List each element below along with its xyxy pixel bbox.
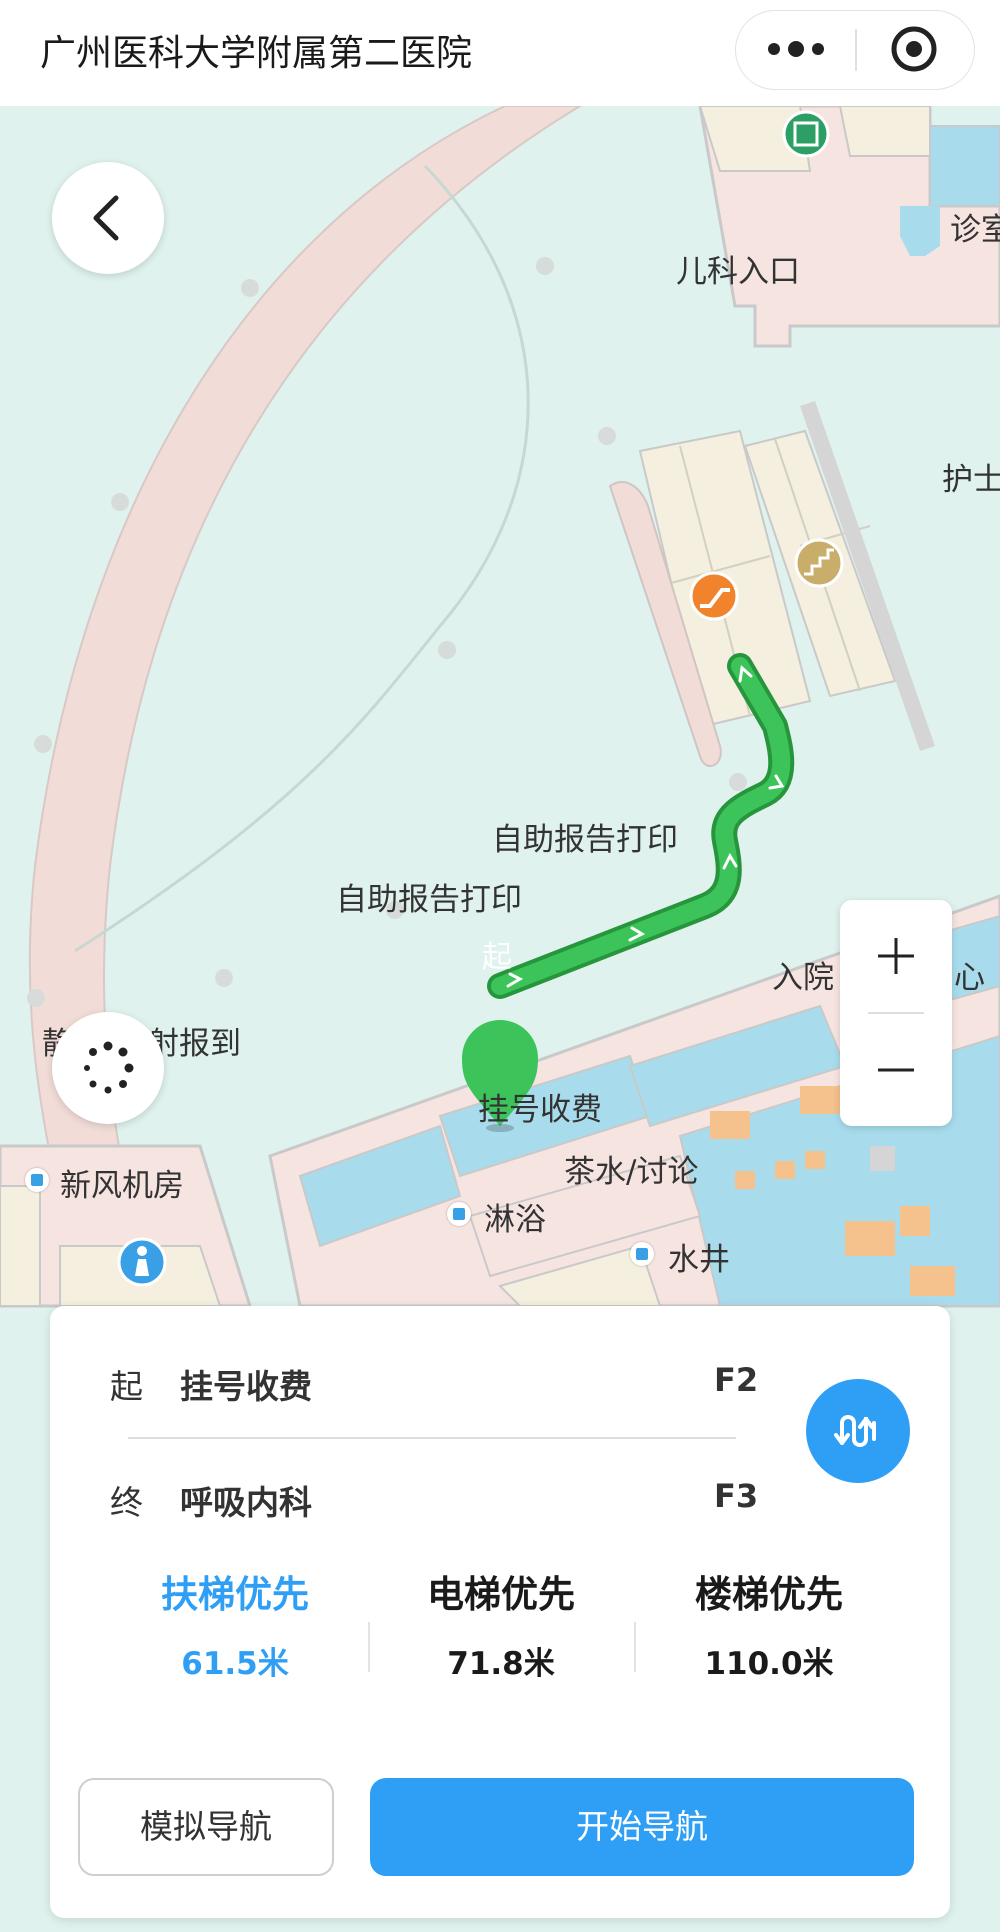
room-icon	[447, 1202, 471, 1226]
room-icon	[25, 1168, 49, 1192]
option-elevator[interactable]: 电梯优先 71.8米	[368, 1564, 634, 1704]
option-escalator-distance: 61.5米	[181, 1646, 289, 1682]
start-marker-label: 起	[482, 940, 512, 975]
title-bar: 广州医科大学附属第二医院	[0, 0, 1000, 106]
elevator-icon	[782, 110, 830, 158]
label-self-print-2: 自助报告打印	[336, 882, 522, 918]
label-self-print-1: 自助报告打印	[492, 822, 678, 858]
label-pediatrics-entrance: 儿科入口	[676, 254, 800, 290]
label-admission: 入院	[772, 960, 834, 996]
option-stairs[interactable]: 楼梯优先 110.0米	[636, 1564, 902, 1704]
chevron-left-icon	[93, 195, 119, 241]
loading-spinner-icon	[84, 1041, 134, 1094]
restroom-icon	[117, 1237, 167, 1287]
label-tea-room: 茶水/讨论	[564, 1154, 699, 1190]
start-floor: F2	[714, 1361, 759, 1399]
route-panel: 起 挂号收费 F2 终 呼吸内科 F3 扶梯优先 61.5米 电梯优先 71.8…	[50, 1306, 950, 1918]
label-admission-tail: 心	[954, 960, 985, 996]
page-title: 广州医科大学附属第二医院	[40, 33, 473, 74]
stairs-icon	[794, 538, 844, 588]
minus-icon	[878, 1068, 914, 1072]
option-escalator[interactable]: 扶梯优先 61.5米	[102, 1564, 368, 1704]
back-button[interactable]	[52, 162, 164, 274]
endpoint-divider	[128, 1437, 736, 1439]
label-nurse: 护士	[942, 462, 1000, 498]
end-tag: 终	[110, 1483, 143, 1522]
end-location[interactable]: 呼吸内科	[180, 1476, 312, 1524]
swap-endpoints-button[interactable]	[806, 1379, 910, 1483]
label-registration: 挂号收费	[478, 1092, 602, 1128]
start-navigation-button[interactable]: 开始导航	[370, 1778, 914, 1876]
plus-icon	[878, 938, 914, 974]
miniprogram-capsule	[735, 10, 975, 90]
locate-button[interactable]	[52, 1012, 164, 1124]
option-elevator-distance: 71.8米	[447, 1646, 555, 1682]
zoom-in-button[interactable]	[840, 900, 952, 1012]
start-tag: 起	[110, 1367, 143, 1406]
close-button[interactable]	[856, 11, 974, 88]
more-dots-icon	[768, 41, 824, 57]
start-location[interactable]: 挂号收费	[180, 1360, 312, 1408]
option-elevator-label: 电梯优先	[427, 1573, 575, 1616]
option-stairs-distance: 110.0米	[704, 1646, 834, 1682]
option-escalator-label: 扶梯优先	[161, 1573, 309, 1616]
label-fresh-air: 新风机房	[60, 1168, 184, 1204]
zoom-out-button[interactable]	[840, 1014, 952, 1126]
label-shower: 淋浴	[484, 1202, 546, 1238]
escalator-icon	[689, 571, 739, 621]
zoom-control	[840, 900, 952, 1126]
swap-route-icon	[834, 1415, 876, 1447]
simulate-navigation-button[interactable]: 模拟导航	[78, 1778, 334, 1876]
label-water-well: 水井	[668, 1242, 730, 1278]
end-floor: F3	[714, 1477, 759, 1515]
target-circle-icon	[891, 26, 937, 72]
more-button[interactable]	[736, 11, 856, 88]
label-clinic: 诊室	[950, 212, 1000, 248]
option-stairs-label: 楼梯优先	[695, 1573, 843, 1616]
room-icon	[630, 1242, 654, 1266]
